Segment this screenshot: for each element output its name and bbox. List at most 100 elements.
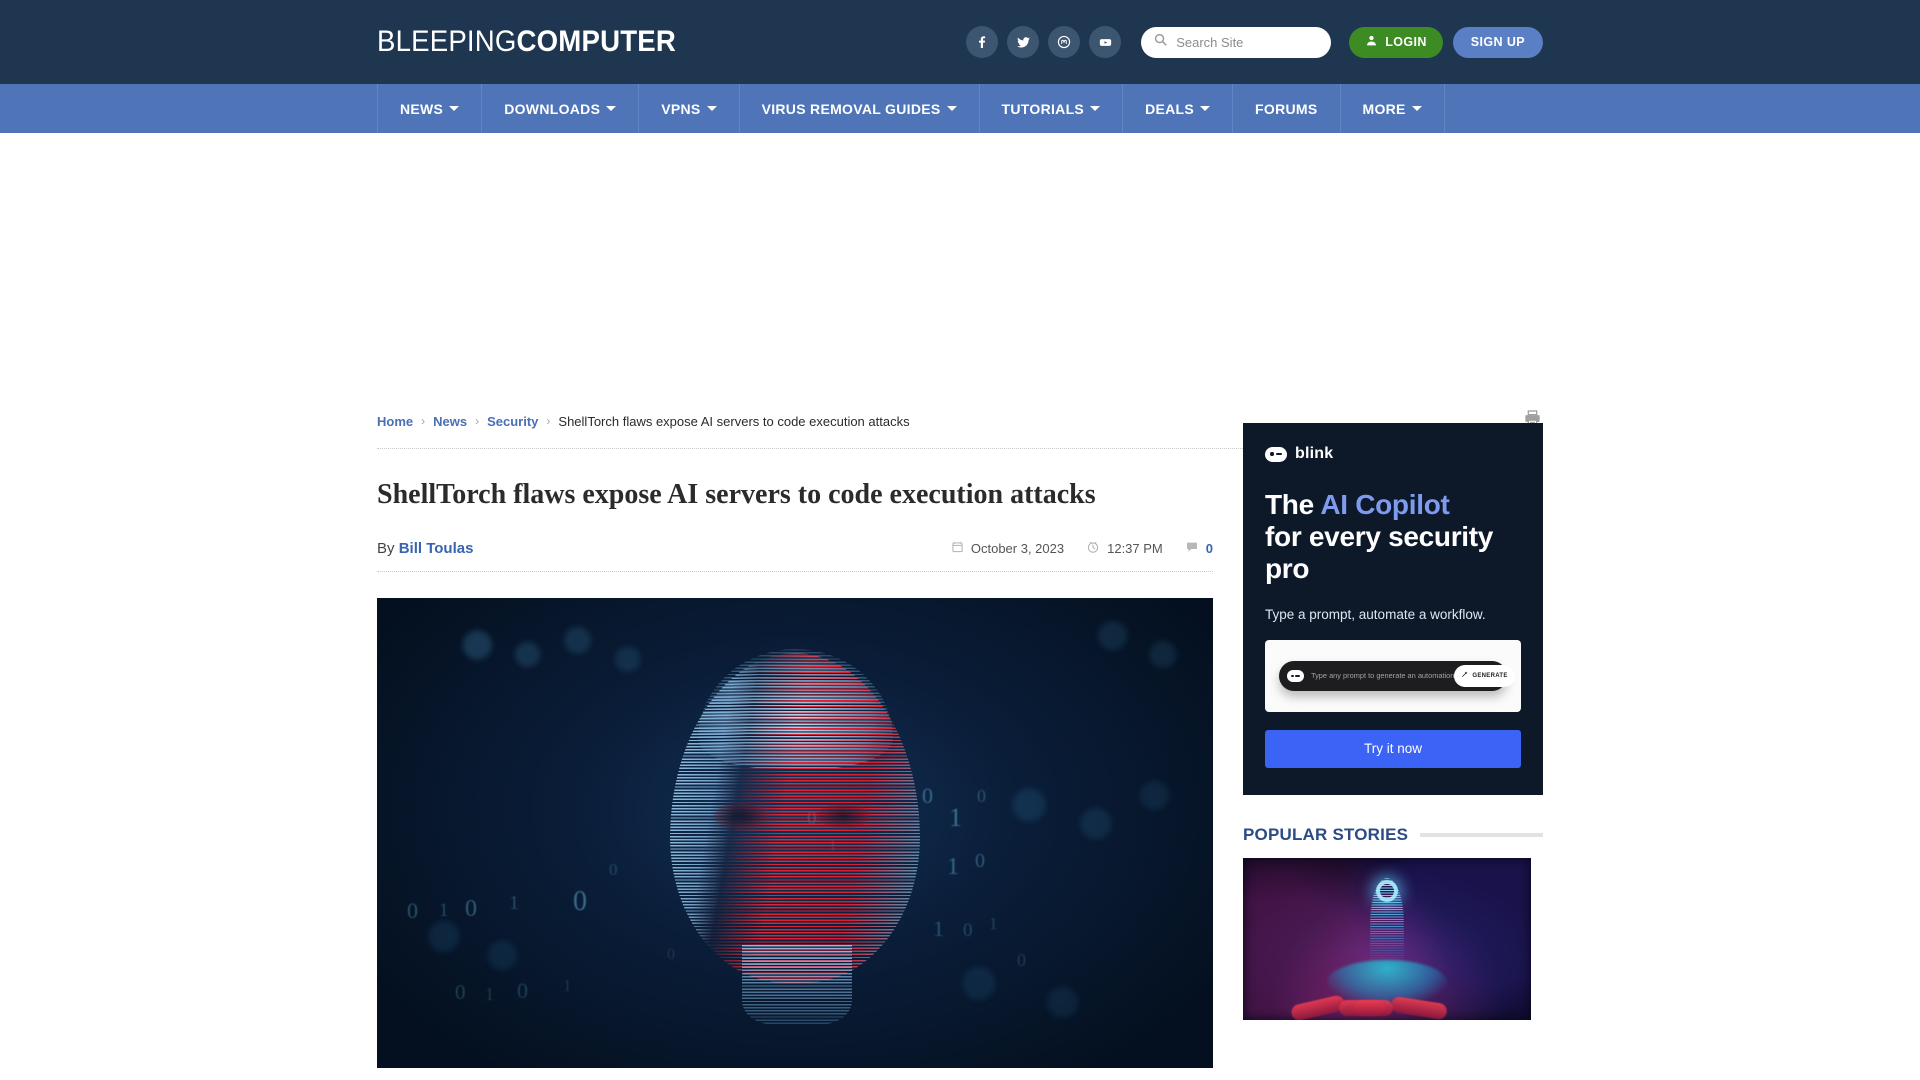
nav-item-label: VPNS <box>661 100 701 117</box>
digital-key-head <box>1376 880 1398 902</box>
blink-headline-accent: AI Copilot <box>1320 489 1450 520</box>
social-links <box>966 26 1122 58</box>
comment-icon <box>1185 540 1199 557</box>
hand-palm-glow <box>1327 960 1447 1004</box>
blink-cta-label: Try it now <box>1363 741 1422 757</box>
binary-digit: 1 <box>949 803 962 832</box>
publish-time-text: 12:37 PM <box>1107 541 1163 556</box>
nav-item-deals[interactable]: DEALS <box>1123 84 1234 133</box>
blink-prompt-bar[interactable]: Type any prompt to generate an automatio… <box>1279 660 1515 691</box>
blink-headline-p2: for every security pro <box>1265 520 1494 584</box>
site-header: BLEEPINGCOMPUTER Search Site LOGIN SIGN … <box>0 0 1920 84</box>
author-link[interactable]: Bill Toulas <box>399 540 474 557</box>
main-navigation: NEWS DOWNLOADS VPNS VIRUS REMOVAL GUIDES TUT… <box>0 84 1920 133</box>
blink-prompt-placeholder: Type any prompt to generate an automatio… <box>1311 671 1455 681</box>
facebook-icon[interactable] <box>966 26 999 58</box>
twitter-icon[interactable] <box>1007 26 1040 58</box>
blink-sponsored-ad[interactable]: blink The AI Copilot for every security … <box>1243 423 1543 795</box>
youtube-icon[interactable] <box>1089 26 1122 58</box>
search-input[interactable] <box>1176 34 1322 50</box>
breadcrumb-separator: › <box>421 414 426 428</box>
chevron-down-icon <box>1411 106 1422 111</box>
signup-button[interactable]: SIGN UP <box>1452 26 1543 58</box>
binary-digit: 1 <box>989 914 998 933</box>
page-title: ShellTorch flaws expose AI servers to co… <box>377 479 1096 510</box>
nav-item-label: MORE <box>1362 100 1406 117</box>
breadcrumb: Home › News › Security › ShellTorch flaws expo… <box>377 414 910 429</box>
nav-item-news[interactable]: NEWS <box>378 84 483 133</box>
search-icon <box>1153 32 1168 52</box>
breadcrumb-link[interactable]: News <box>433 414 467 429</box>
site-logo[interactable]: BLEEPINGCOMPUTER <box>377 25 676 59</box>
comment-count[interactable]: 0 <box>1185 540 1213 557</box>
blink-brand-name: blink <box>1295 445 1334 462</box>
binary-digit: 1 <box>485 984 494 1004</box>
binary-digit: 0 <box>517 978 528 1003</box>
blink-headline: The AI Copilot for every security pro <box>1265 489 1521 585</box>
header-right-cluster: LOGIN SIGN UP <box>966 26 1543 58</box>
publish-date: October 3, 2023 <box>951 540 1064 557</box>
binary-digit: 0 <box>609 860 618 879</box>
login-button-label: LOGIN <box>1385 35 1427 49</box>
nav-item-forums[interactable]: FORUMS <box>1233 84 1341 133</box>
binary-digit: 1 <box>439 900 449 921</box>
popular-story-thumbnail[interactable] <box>1243 858 1531 1020</box>
hand-thumb <box>1355 1000 1393 1016</box>
breadcrumb-separator: › <box>475 414 480 428</box>
popular-stories-title: POPULAR STORIES <box>1243 825 1409 844</box>
binary-digit: 0 <box>407 898 418 923</box>
sidebar-column: blink The AI Copilot for every security … <box>1243 403 1543 1068</box>
leaderboard-ad-slot <box>0 133 1920 403</box>
publish-time: 12:37 PM <box>1086 540 1163 557</box>
publish-date-text: October 3, 2023 <box>970 541 1065 556</box>
face-highlight <box>698 649 893 769</box>
wand-icon <box>1461 671 1468 680</box>
blink-generate-label: GENERATE <box>1472 672 1508 679</box>
breadcrumb-link[interactable]: Security <box>487 414 538 429</box>
chevron-down-icon <box>449 106 460 111</box>
mastodon-icon[interactable] <box>1048 26 1081 58</box>
login-button[interactable]: LOGIN <box>1349 26 1443 58</box>
signup-button-label: SIGN UP <box>1470 35 1525 49</box>
byline-meta: October 3, 2023 12:37 PM 0 <box>951 540 1213 557</box>
chevron-down-icon <box>606 106 617 111</box>
clock-icon <box>1086 540 1100 557</box>
digital-face-graphic <box>670 649 920 1025</box>
blink-generate-button[interactable]: GENERATE <box>1454 664 1515 687</box>
binary-digit: 0 <box>922 783 933 808</box>
nav-item-more[interactable]: MORE <box>1341 84 1445 133</box>
nav-item-downloads[interactable]: DOWNLOADS <box>482 84 640 133</box>
header-inner: BLEEPINGCOMPUTER Search Site LOGIN SIGN … <box>377 0 1543 84</box>
byline-prefix: By <box>377 540 395 557</box>
comment-count-value: 0 <box>1205 541 1213 556</box>
nav-item-label: TUTORIALS <box>1001 100 1085 117</box>
nav-item-virus-removal-guides[interactable]: VIRUS REMOVAL GUIDES <box>740 84 980 133</box>
site-logo-light: BLEEPING <box>377 25 517 58</box>
nav-item-label: VIRUS REMOVAL GUIDES <box>761 100 941 117</box>
chevron-down-icon <box>706 106 717 111</box>
user-icon <box>1365 34 1378 50</box>
blink-mini-robot-icon <box>1287 669 1304 682</box>
nav-item-label: DEALS <box>1145 100 1195 117</box>
chevron-down-icon <box>946 106 957 111</box>
blink-prompt-card: Type any prompt to generate an automatio… <box>1265 639 1521 712</box>
binary-digit: 0 <box>1017 950 1026 970</box>
binary-digit: 1 <box>933 916 944 941</box>
nav-item-label: NEWS <box>400 100 444 117</box>
binary-digit: 1 <box>947 854 959 880</box>
blink-robot-icon <box>1265 446 1287 462</box>
byline-author: By Bill Toulas <box>377 540 473 557</box>
breadcrumb-link[interactable]: Home <box>377 414 413 429</box>
blink-subtitle: Type a prompt, automate a workflow. <box>1265 606 1486 622</box>
nav-item-vpns[interactable]: VPNS <box>639 84 740 133</box>
binary-digit: 1 <box>509 892 519 914</box>
page-content: Home › News › Security › ShellTorch flaws expo… <box>377 403 1543 1068</box>
blink-logo: blink <box>1265 445 1521 463</box>
search-box[interactable] <box>1141 26 1332 58</box>
nav-item-tutorials[interactable]: TUTORIALS <box>980 84 1124 133</box>
breadcrumb-current: ShellTorch flaws expose AI servers to co… <box>558 413 910 429</box>
nav-items: NEWS DOWNLOADS VPNS VIRUS REMOVAL GUIDES TUT… <box>377 84 1543 133</box>
nav-item-label: FORUMS <box>1255 100 1318 117</box>
binary-digit: 0 <box>455 980 466 1004</box>
blink-cta-button[interactable]: Try it now <box>1265 729 1521 768</box>
